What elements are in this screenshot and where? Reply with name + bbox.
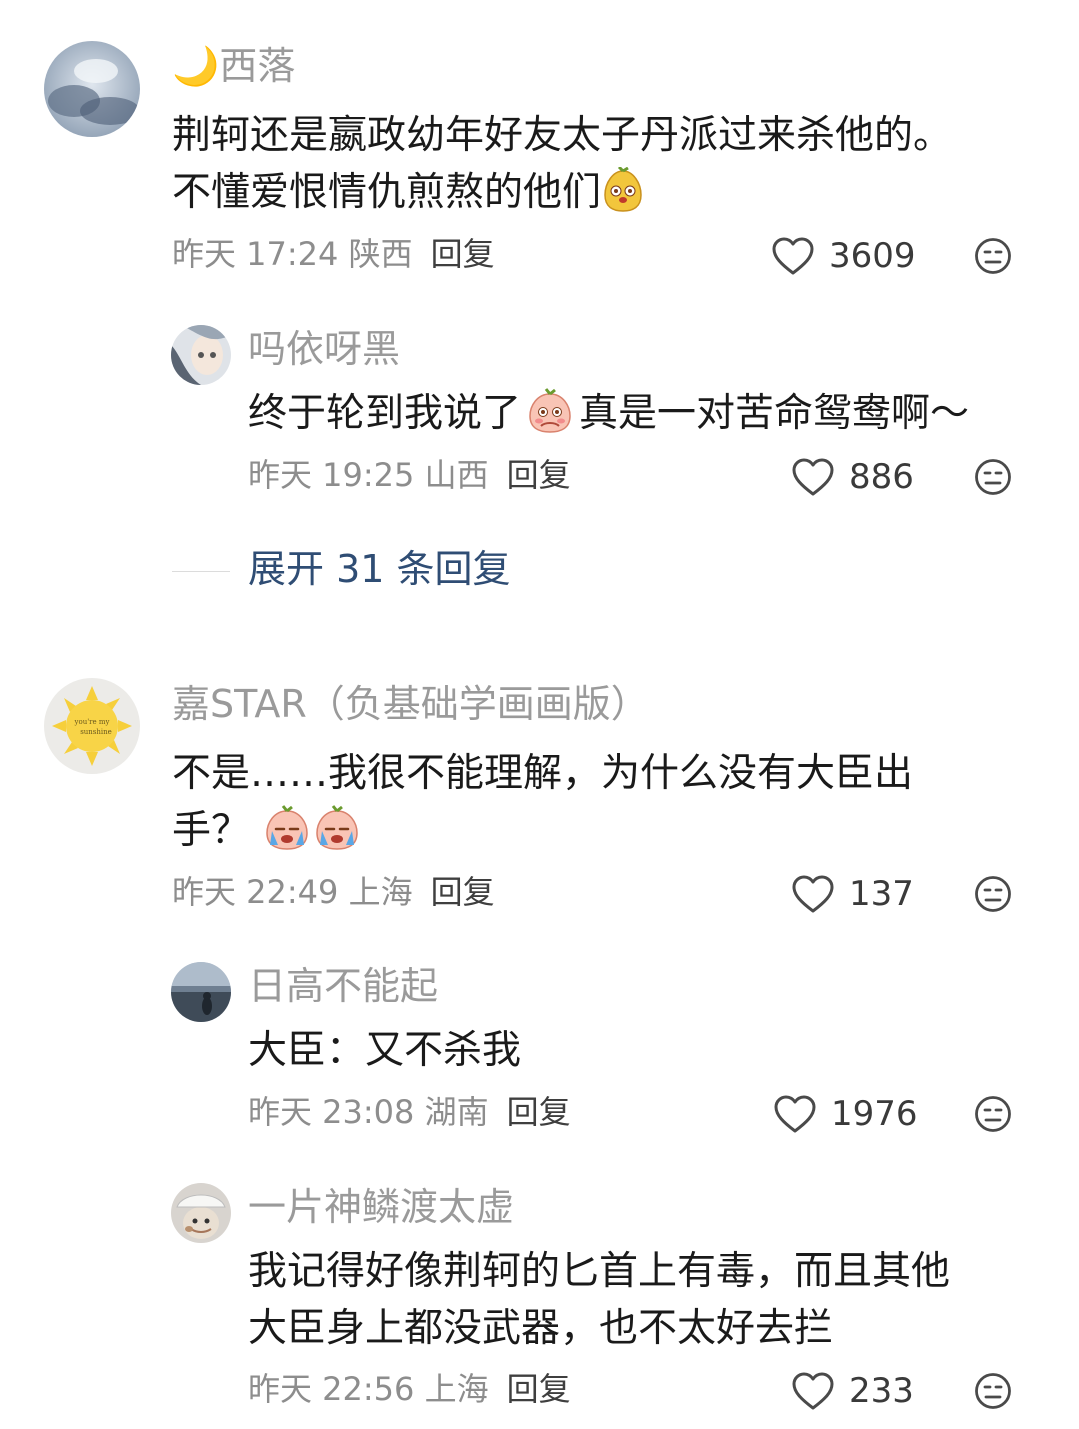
- comment-meta: 昨天 22:56 上海 回复: [248, 1373, 571, 1405]
- expand-replies-link[interactable]: 展开 31 条回复: [248, 550, 511, 588]
- like-button[interactable]: 233: [791, 1371, 914, 1411]
- shy-peach-emoji: [527, 388, 573, 450]
- timestamp-location: 昨天 17:24 陕西: [172, 235, 413, 273]
- timestamp-location: 昨天 22:56 上海: [248, 1370, 489, 1408]
- comment-text-line: 大臣身上都没武器，也不太好去拦: [248, 1306, 834, 1351]
- crying-peach-emoji: [314, 805, 360, 867]
- comment-meta: 昨天 19:25 山西 回复: [248, 459, 571, 491]
- like-count: 3609: [829, 236, 916, 276]
- avatar[interactable]: [44, 41, 140, 137]
- comment-text-line: 不懂爱恨情仇煎熬的他们: [172, 164, 645, 229]
- meh-face-icon[interactable]: [974, 237, 1012, 275]
- comment-meta: 昨天 17:24 陕西 回复: [172, 238, 495, 270]
- like-button[interactable]: 137: [791, 874, 914, 914]
- comment-text-line: 手？: [172, 802, 360, 867]
- svg-text:you're my: you're my: [74, 718, 110, 726]
- avatar[interactable]: [171, 962, 231, 1022]
- username[interactable]: 嘉STAR（负基础学画画版）: [172, 685, 649, 723]
- reply-button[interactable]: 回复: [507, 1370, 571, 1408]
- comment-text-line: 荆轲还是嬴政幼年好友太子丹派过来杀他的。: [172, 113, 953, 158]
- comment-text-line: 大臣：又不杀我: [248, 1028, 522, 1073]
- expand-divider: [172, 571, 230, 572]
- like-count: 137: [849, 874, 914, 914]
- comment-text-line: 终于轮到我说了 真是一对苦命鸳鸯啊～: [248, 385, 969, 450]
- timestamp-location: 昨天 22:49 上海: [172, 873, 413, 911]
- comment-text-segment: 不懂爱恨情仇煎熬的他们: [172, 170, 602, 215]
- reply-button[interactable]: 回复: [507, 1093, 571, 1131]
- meh-face-icon[interactable]: [974, 458, 1012, 496]
- meh-face-icon[interactable]: [974, 1095, 1012, 1133]
- reply-button[interactable]: 回复: [431, 235, 495, 273]
- like-button[interactable]: 886: [791, 457, 914, 497]
- like-count: 1976: [831, 1094, 918, 1134]
- heart-outline-icon: [774, 1095, 816, 1133]
- avatar[interactable]: you're my sunshine: [44, 678, 140, 774]
- username[interactable]: 🌙西落: [172, 47, 295, 85]
- timestamp-location: 昨天 19:25 山西: [248, 456, 489, 494]
- like-count: 233: [849, 1371, 914, 1411]
- username[interactable]: 日高不能起: [248, 967, 438, 1005]
- cute-mascot-emoji: [601, 165, 645, 229]
- comment-text-segment: 终于轮到我说了: [248, 391, 522, 436]
- timestamp-location: 昨天 23:08 湖南: [248, 1093, 489, 1131]
- heart-outline-icon: [792, 458, 834, 496]
- comment-text-segment: 手？: [172, 808, 251, 853]
- comment-text-segment: 真是一对苦命鸳鸯啊～: [579, 391, 970, 436]
- comment-meta: 昨天 23:08 湖南 回复: [248, 1096, 571, 1128]
- username[interactable]: 吗依呀黑: [248, 330, 400, 368]
- avatar[interactable]: [171, 325, 231, 385]
- comment-meta: 昨天 22:49 上海 回复: [172, 876, 495, 908]
- reply-button[interactable]: 回复: [507, 456, 571, 494]
- avatar[interactable]: [171, 1183, 231, 1243]
- comment-text-line: 不是……我很不能理解，为什么没有大臣出: [172, 751, 914, 796]
- crying-peach-emoji: [264, 805, 310, 867]
- like-button[interactable]: 3609: [771, 236, 916, 276]
- svg-text:sunshine: sunshine: [80, 728, 112, 736]
- username[interactable]: 一片神鳞渡太虚: [248, 1188, 514, 1226]
- comment-text-line: 我记得好像荆轲的匕首上有毒，而且其他: [248, 1249, 951, 1294]
- heart-outline-icon: [792, 875, 834, 913]
- like-count: 886: [849, 457, 914, 497]
- heart-outline-icon: [792, 1372, 834, 1410]
- reply-button[interactable]: 回复: [431, 873, 495, 911]
- meh-face-icon[interactable]: [974, 1372, 1012, 1410]
- heart-outline-icon: [772, 237, 814, 275]
- like-button[interactable]: 1976: [773, 1094, 918, 1134]
- meh-face-icon[interactable]: [974, 875, 1012, 913]
